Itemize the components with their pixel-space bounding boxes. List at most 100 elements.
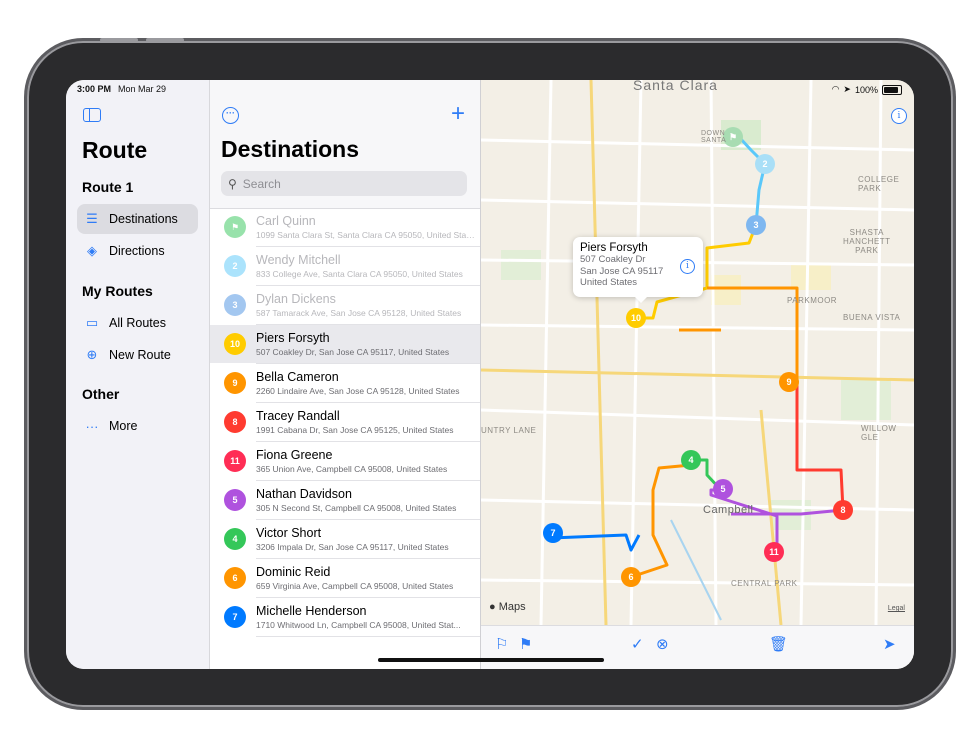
- destination-row[interactable]: 10 Piers Forsyth 507 Coakley Dr, San Jose …: [210, 325, 480, 364]
- row-text: Wendy Mitchell 833 College Ave, Santa Cla…: [256, 247, 480, 286]
- destination-address: 833 College Ave, Santa Clara CA 95050, U…: [256, 268, 463, 279]
- svg-text:11: 11: [769, 547, 779, 557]
- folder-icon: ▭: [85, 315, 99, 330]
- list-icon: ☰: [86, 211, 98, 226]
- destination-row[interactable]: 7 Michelle Henderson 1710 Whitwood Ln, Cam…: [210, 598, 480, 637]
- sidebar-title: Route: [82, 137, 148, 163]
- destination-row[interactable]: 3 Dylan Dickens 587 Tamarack Ave, San Jose…: [210, 286, 480, 325]
- new-document-icon: ⊕: [86, 347, 98, 362]
- commercial-area: [791, 265, 831, 290]
- stop-number-badge: 4: [224, 528, 246, 550]
- destination-row[interactable]: 11 Fiona Greene 365 Union Ave, Campbell CA…: [210, 442, 480, 481]
- callout-info-icon[interactable]: i: [680, 259, 695, 274]
- section-my-routes: My Routes: [82, 283, 153, 299]
- map-label-downtown: DOWN SANTA: [701, 130, 727, 144]
- start-flag-icon: ⚑: [224, 216, 246, 238]
- more-options-icon[interactable]: ···: [222, 107, 239, 124]
- sidebar-item-destinations[interactable]: ☰ Destinations: [77, 204, 198, 234]
- sidebar-item-more[interactable]: ··· More: [77, 411, 198, 441]
- status-bar: 3:00 PM Mon Mar 29 ◠ ➤ 100%: [66, 80, 914, 98]
- destination-row[interactable]: 5 Nathan Davidson 305 N Second St, Campbel…: [210, 481, 480, 520]
- section-route: Route 1: [82, 179, 134, 195]
- stop-number-badge: 7: [224, 606, 246, 628]
- sidebar-toggle-icon[interactable]: [83, 108, 101, 122]
- map-label-willow-glen: WILLOW GLE: [861, 424, 897, 442]
- row-text: Nathan Davidson 305 N Second St, Campbell…: [256, 481, 480, 520]
- map-label-college-park: COLLEGE PARK: [858, 175, 900, 193]
- location-icon: ➤: [843, 84, 851, 94]
- legal-link[interactable]: Legal: [888, 605, 905, 612]
- destination-address: 3206 Impala Dr, San Jose CA 95117, Unite…: [256, 541, 449, 552]
- apple-logo-icon: ●: [489, 601, 496, 613]
- destination-address: 507 Coakley Dr, San Jose CA 95117, Unite…: [256, 346, 450, 357]
- map-canvas: ⚑ 2 3 10 9 4 5 8 11 7 6: [481, 80, 914, 625]
- svg-text:9: 9: [786, 377, 791, 387]
- flag-filled-icon[interactable]: ⚑: [519, 635, 532, 653]
- map-label-central-park: CENTRAL PARK: [731, 579, 798, 588]
- sidebar-item-label: All Routes: [109, 316, 166, 330]
- sidebar: Route Route 1 ☰ Destinations ◈ Direction…: [66, 80, 210, 669]
- xmark-circle-icon[interactable]: ⊗: [656, 635, 669, 653]
- destination-callout[interactable]: Piers Forsyth 507 Coakley Dr San Jose CA…: [573, 237, 703, 303]
- sidebar-item-directions[interactable]: ◈ Directions: [77, 236, 198, 266]
- destination-row[interactable]: 2 Wendy Mitchell 833 College Ave, Santa Cl…: [210, 247, 480, 286]
- destination-name: Fiona Greene: [256, 447, 333, 462]
- callout-address-line: 507 Coakley Dr: [580, 254, 646, 265]
- park-area: [841, 380, 891, 420]
- add-destination-button[interactable]: +: [451, 100, 465, 128]
- home-indicator[interactable]: [378, 658, 604, 662]
- destination-address: 1099 Santa Clara St, Santa Clara CA 9505…: [256, 229, 476, 240]
- destination-row[interactable]: 9 Bella Cameron 2260 Lindaire Ave, San Jos…: [210, 364, 480, 403]
- battery-percent: 100%: [854, 84, 878, 95]
- sidebar-item-all-routes[interactable]: ▭ All Routes: [77, 308, 198, 338]
- svg-text:4: 4: [688, 455, 693, 465]
- destination-name: Carl Quinn: [256, 213, 316, 228]
- destination-row[interactable]: 8 Tracey Randall 1991 Cabana Dr, San Jose …: [210, 403, 480, 442]
- destination-address: 2260 Lindaire Ave, San Jose CA 95128, Un…: [256, 385, 460, 396]
- flag-outline-icon[interactable]: ⚐: [495, 635, 508, 653]
- sidebar-item-label: New Route: [109, 348, 171, 362]
- svg-text:⚑: ⚑: [729, 132, 737, 142]
- location-arrow-icon[interactable]: ➤: [883, 635, 896, 653]
- row-text: Tracey Randall 1991 Cabana Dr, San Jose C…: [256, 403, 480, 442]
- map-info-icon[interactable]: i: [891, 108, 907, 124]
- destination-name: Victor Short: [256, 525, 322, 540]
- callout-address-line: United States: [580, 277, 638, 288]
- row-text: Victor Short 3206 Impala Dr, San Jose CA …: [256, 520, 480, 559]
- destination-row[interactable]: ⚑ Carl Quinn 1099 Santa Clara St, Santa Cl…: [210, 208, 480, 247]
- destination-name: Bella Cameron: [256, 369, 339, 384]
- creek: [670, 519, 722, 621]
- volume-button: [100, 38, 138, 42]
- destination-name: Piers Forsyth: [256, 330, 330, 345]
- stop-number-badge: 2: [224, 255, 246, 277]
- svg-text:6: 6: [628, 572, 633, 582]
- stop-number-badge: 11: [224, 450, 246, 472]
- trash-icon[interactable]: 🗑: [769, 635, 788, 653]
- callout-address-line: San Jose CA 95117: [580, 265, 664, 277]
- svg-text:3: 3: [753, 220, 758, 230]
- destination-row[interactable]: 4 Victor Short 3206 Impala Dr, San Jose CA…: [210, 520, 480, 559]
- row-text: Michelle Henderson 1710 Whitwood Ln, Camp…: [256, 598, 480, 637]
- destination-name: Tracey Randall: [256, 408, 340, 423]
- park-area: [501, 250, 541, 280]
- maps-logo: ● Maps: [489, 601, 526, 613]
- directions-icon: ◈: [87, 243, 97, 258]
- row-text: Dylan Dickens 587 Tamarack Ave, San Jose …: [256, 286, 480, 325]
- battery-icon: [882, 84, 902, 95]
- row-text: Piers Forsyth 507 Coakley Dr, San Jose CA…: [256, 325, 480, 364]
- destination-row[interactable]: 6 Dominic Reid 659 Virginia Ave, Campbell …: [210, 559, 480, 598]
- commercial-area: [711, 275, 741, 305]
- map-label-buena-vista: BUENA VISTA: [843, 313, 901, 322]
- svg-text:7: 7: [550, 528, 555, 538]
- destination-address: 587 Tamarack Ave, San Jose CA 95128, Uni…: [256, 307, 462, 318]
- destination-name: Wendy Mitchell: [256, 252, 341, 267]
- search-field[interactable]: ⚲ Search: [221, 171, 467, 196]
- sidebar-item-new-route[interactable]: ⊕ New Route: [77, 340, 198, 370]
- volume-button: [146, 38, 184, 42]
- checkmark-circle-icon[interactable]: ✓: [631, 635, 644, 653]
- stop-number-badge: 9: [224, 372, 246, 394]
- map-view[interactable]: ⚑ 2 3 10 9 4 5 8 11 7 6 Santa Clara DOWN…: [481, 80, 914, 669]
- destination-address: 659 Virginia Ave, Campbell CA 95008, Uni…: [256, 580, 454, 591]
- stop-number-badge: 3: [224, 294, 246, 316]
- map-label-parkmoor: PARKMOOR: [787, 296, 838, 305]
